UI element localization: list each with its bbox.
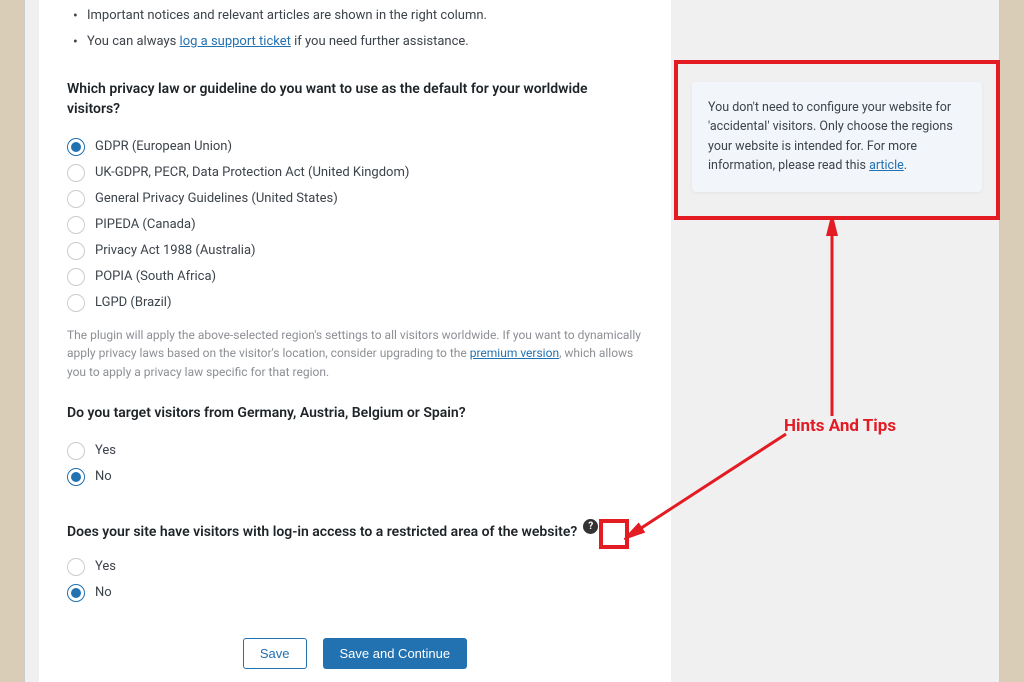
help-icon[interactable]: ?: [583, 519, 598, 534]
radio-option-uk-gdpr[interactable]: UK-GDPR, PECR, Data Protection Act (Unit…: [67, 160, 643, 186]
radio-option-yes[interactable]: Yes: [67, 554, 643, 580]
question-privacy-law: Which privacy law or guideline do you wa…: [67, 79, 643, 120]
radio-label: Privacy Act 1988 (Australia): [95, 243, 256, 258]
tip-text: You don't need to configure your website…: [708, 100, 953, 173]
radio-icon: [67, 242, 85, 260]
radio-option-us[interactable]: General Privacy Guidelines (United State…: [67, 186, 643, 212]
question-login-access: Does your site have visitors with log-in…: [67, 522, 577, 542]
info-item: Important notices and relevant articles …: [87, 6, 643, 26]
support-ticket-link[interactable]: log a support ticket: [180, 34, 291, 49]
radio-label: No: [95, 469, 112, 484]
radio-option-yes[interactable]: Yes: [67, 438, 643, 464]
info-item: You can always log a support ticket if y…: [87, 32, 643, 52]
radio-label: GDPR (European Union): [95, 139, 232, 154]
radio-label: No: [95, 585, 112, 600]
radio-option-gdpr[interactable]: GDPR (European Union): [67, 134, 643, 160]
radio-label: Yes: [95, 559, 116, 574]
radio-label: POPIA (South Africa): [95, 269, 216, 284]
button-row: Save Save and Continue: [67, 638, 643, 669]
info-text: You can always: [87, 34, 180, 49]
radio-icon: [67, 216, 85, 234]
premium-version-link[interactable]: premium version: [470, 346, 559, 360]
radio-option-no[interactable]: No: [67, 464, 643, 490]
radio-group-target-countries: Yes No: [67, 438, 643, 490]
radio-label: LGPD (Brazil): [95, 295, 171, 310]
radio-label: PIPEDA (Canada): [95, 217, 196, 232]
radio-option-pipeda[interactable]: PIPEDA (Canada): [67, 212, 643, 238]
radio-icon: [67, 558, 85, 576]
radio-label: UK-GDPR, PECR, Data Protection Act (Unit…: [95, 165, 409, 180]
radio-option-lgpd[interactable]: LGPD (Brazil): [67, 290, 643, 316]
radio-icon: [67, 442, 85, 460]
radio-group-login-access: Yes No: [67, 554, 643, 606]
radio-icon: [67, 294, 85, 312]
info-list: Important notices and relevant articles …: [67, 6, 643, 51]
radio-label: General Privacy Guidelines (United State…: [95, 191, 338, 206]
main-content: Important notices and relevant articles …: [39, 0, 671, 682]
radio-group-privacy-law: GDPR (European Union) UK-GDPR, PECR, Dat…: [67, 134, 643, 316]
tip-box: You don't need to configure your website…: [692, 82, 982, 192]
save-continue-button[interactable]: Save and Continue: [323, 638, 468, 669]
tip-article-link[interactable]: article: [869, 158, 904, 173]
radio-icon: [67, 268, 85, 286]
radio-option-privacy-act[interactable]: Privacy Act 1988 (Australia): [67, 238, 643, 264]
radio-icon: [67, 164, 85, 182]
radio-icon: [67, 584, 85, 602]
radio-icon: [67, 138, 85, 156]
tip-text: .: [904, 158, 907, 173]
save-button[interactable]: Save: [243, 638, 307, 669]
radio-option-no[interactable]: No: [67, 580, 643, 606]
info-text: if you need further assistance.: [291, 34, 469, 49]
radio-icon: [67, 468, 85, 486]
note-premium: The plugin will apply the above-selected…: [67, 326, 643, 382]
radio-label: Yes: [95, 443, 116, 458]
radio-icon: [67, 190, 85, 208]
radio-option-popia[interactable]: POPIA (South Africa): [67, 264, 643, 290]
question-target-countries: Do you target visitors from Germany, Aus…: [67, 403, 643, 423]
